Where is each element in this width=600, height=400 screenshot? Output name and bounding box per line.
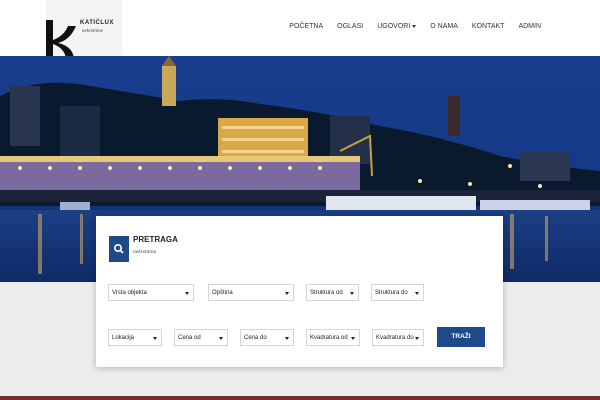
search-button-icon-box[interactable] [109, 236, 129, 262]
search-subtitle: nekretnina [133, 249, 157, 255]
nav-item-admin[interactable]: ADMIN [511, 23, 548, 30]
select-label: Struktura od [310, 290, 343, 296]
select-struktura-od[interactable]: Struktura od [306, 284, 359, 301]
chevron-down-icon [285, 337, 289, 340]
select-kvadratura-od[interactable]: Kvadratura od [306, 329, 360, 346]
chevron-down-icon [415, 337, 419, 340]
nav-item-o-nama[interactable]: O NAMA [423, 23, 465, 30]
chevron-down-icon [351, 337, 355, 340]
select-label: Vrsta objekta [112, 290, 147, 296]
select-label: Struktura do [375, 290, 408, 296]
nav-item-ugovori-label: UGOVORI [377, 23, 411, 30]
brand-name: KATIĆLUX [80, 20, 114, 26]
select-label: Lokacija [112, 335, 135, 341]
chevron-down-icon [350, 292, 354, 295]
select-struktura-do[interactable]: Struktura do [371, 284, 424, 301]
select-opstina[interactable]: Opština [208, 284, 294, 301]
chevron-down-icon [153, 337, 157, 340]
main-nav: POČETNA OGLASI UGOVORI O NAMA KONTAKT AD… [282, 23, 548, 30]
select-label: Kvadratura od [310, 335, 348, 341]
select-kvadratura-do[interactable]: Kvadratura do [372, 329, 424, 346]
nav-item-pocetna[interactable]: POČETNA [282, 23, 330, 30]
nav-item-ugovori[interactable]: UGOVORI [370, 23, 423, 30]
search-icon [114, 244, 124, 254]
select-label: Cena od [178, 335, 201, 341]
k-logo-icon [46, 20, 76, 58]
brand-subtitle: nekretnine [82, 29, 103, 34]
chevron-down-icon [285, 292, 289, 295]
select-cena-od[interactable]: Cena od [174, 329, 228, 346]
select-label: Opština [212, 290, 233, 296]
select-lokacija[interactable]: Lokacija [108, 329, 162, 346]
chevron-down-icon [415, 292, 419, 295]
nav-item-kontakt[interactable]: KONTAKT [465, 23, 512, 30]
nav-item-oglasi[interactable]: OGLASI [330, 23, 370, 30]
chevron-down-icon [219, 337, 223, 340]
chevron-down-icon [412, 24, 417, 28]
footer-edge [0, 396, 600, 400]
search-title: PRETRAGA [133, 235, 178, 244]
search-submit-button[interactable]: TRAŽI [437, 327, 485, 347]
site-header: KATIĆLUX nekretnine POČETNA OGLASI UGOVO… [0, 0, 600, 58]
select-vrsta-objekta[interactable]: Vrsta objekta [108, 284, 194, 301]
brand-logo[interactable]: KATIĆLUX nekretnine [46, 0, 122, 58]
select-label: Cena do [244, 335, 267, 341]
search-panel: PRETRAGA nekretnina Vrsta objekta Opštin… [96, 216, 503, 367]
select-label: Kvadratura do [376, 335, 414, 341]
select-cena-do[interactable]: Cena do [240, 329, 294, 346]
chevron-down-icon [185, 292, 189, 295]
